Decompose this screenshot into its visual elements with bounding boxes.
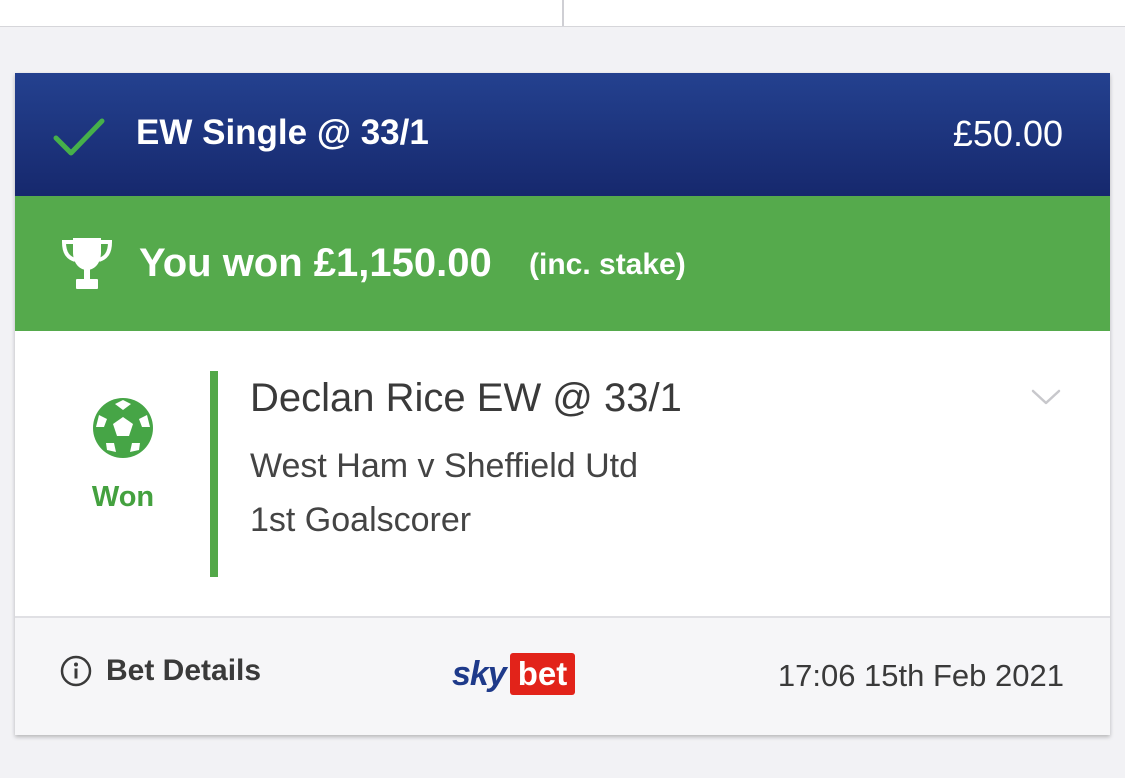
- football-icon: [93, 398, 153, 458]
- bet-title: EW Single @ 33/1: [136, 113, 429, 152]
- win-banner: You won £1,150.00 (inc. stake): [15, 196, 1110, 331]
- selection-name: Declan Rice EW @ 33/1: [250, 376, 682, 420]
- market-name: 1st Goalscorer: [250, 501, 472, 539]
- info-icon: [60, 655, 92, 687]
- stake-note: (inc. stake): [529, 248, 686, 281]
- bet-details-label: Bet Details: [106, 654, 262, 687]
- bet-timestamp: 17:06 15th Feb 2021: [777, 658, 1064, 693]
- selection-section: Won Declan Rice EW @ 33/1 West Ham v She…: [15, 331, 1110, 616]
- bet-status-label: Won: [91, 481, 155, 513]
- trophy-icon: [61, 238, 113, 289]
- bet-footer: Bet Details sky bet 17:06 15th Feb 2021: [15, 616, 1110, 735]
- logo-sky-text: sky: [452, 654, 507, 693]
- bet-details-button[interactable]: Bet Details: [60, 654, 261, 688]
- bet-card: EW Single @ 33/1 £50.00 You won £1,150.0…: [15, 73, 1110, 735]
- result-indicator-bar: [210, 371, 218, 577]
- logo-bet-text: bet: [509, 653, 576, 695]
- check-icon: [53, 118, 105, 156]
- bet-header: EW Single @ 33/1 £50.00: [15, 73, 1110, 196]
- skybet-logo: sky bet: [452, 652, 576, 696]
- top-strip: [0, 0, 1125, 27]
- top-divider: [562, 0, 564, 26]
- stake-amount: £50.00: [952, 113, 1063, 154]
- event-name: West Ham v Sheffield Utd: [250, 447, 639, 485]
- chevron-down-icon[interactable]: [1031, 387, 1061, 407]
- winnings-text: You won £1,150.00: [139, 241, 492, 285]
